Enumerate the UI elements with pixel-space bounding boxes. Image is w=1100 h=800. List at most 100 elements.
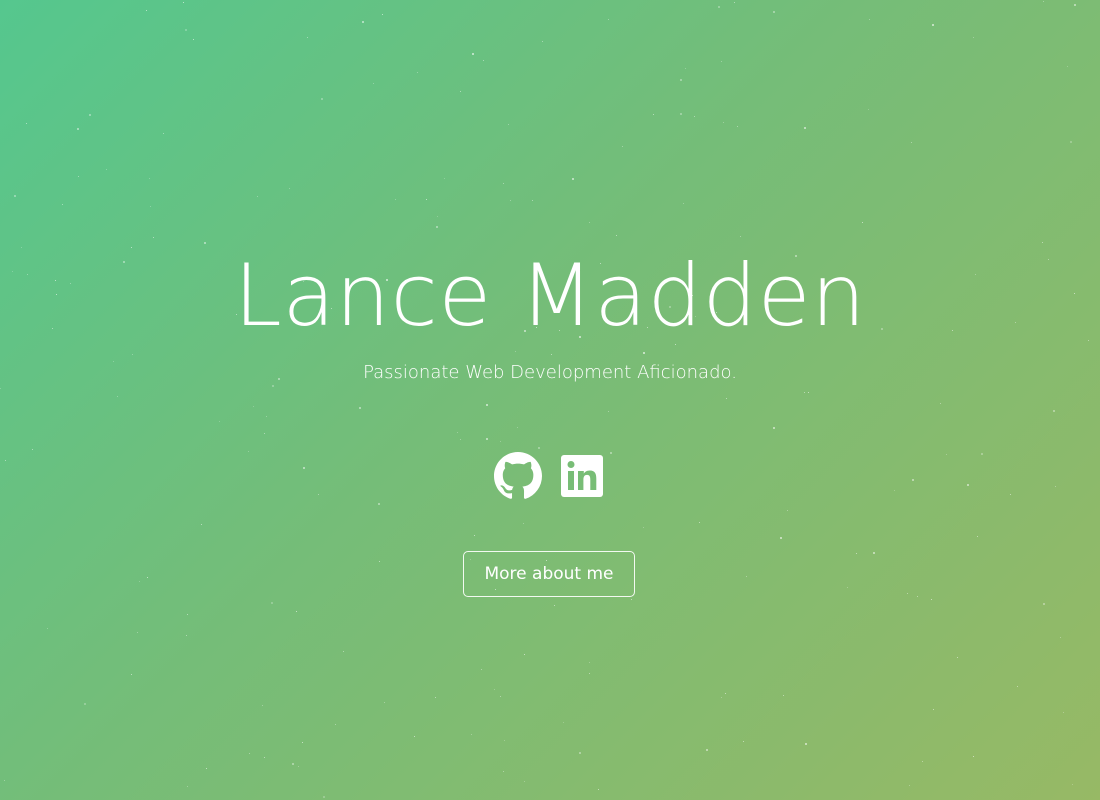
starfield-background [0, 0, 1100, 800]
star-dot [773, 427, 775, 429]
star-dot [272, 385, 274, 387]
star-dot [868, 109, 869, 110]
star-dot [460, 91, 461, 92]
star-dot [139, 581, 140, 582]
star-dot [721, 697, 722, 698]
star-dot [542, 41, 543, 42]
star-dot [435, 697, 436, 698]
star-dot [808, 392, 809, 393]
star-dot [289, 188, 290, 189]
star-dot [773, 11, 775, 13]
star-dot [589, 673, 590, 674]
star-dot [515, 351, 516, 352]
star-dot [608, 19, 609, 20]
star-dot [500, 441, 501, 442]
star-dot [153, 237, 154, 238]
star-dot [335, 724, 336, 725]
star-dot [862, 222, 863, 223]
star-dot [264, 433, 265, 434]
star-dot [685, 68, 686, 69]
star-dot [579, 752, 581, 754]
star-dot [957, 657, 958, 658]
star-dot [201, 524, 202, 525]
star-dot [292, 763, 294, 765]
star-dot [554, 605, 555, 606]
star-dot [737, 126, 738, 127]
star-dot [746, 576, 747, 577]
star-dot [503, 183, 504, 184]
star-dot [187, 786, 188, 787]
hero-tagline: Passionate Web Development Aficionado. [363, 362, 737, 383]
star-dot [787, 510, 788, 511]
star-dot [503, 771, 504, 772]
star-dot [426, 199, 427, 200]
star-dot [343, 651, 344, 652]
star-dot [481, 669, 482, 670]
linkedin-link[interactable] [558, 452, 606, 500]
star-dot [4, 780, 5, 781]
star-dot [253, 406, 254, 407]
star-dot [117, 396, 118, 397]
star-dot [486, 438, 488, 440]
star-dot [298, 766, 299, 767]
star-dot [444, 178, 445, 179]
star-dot [1017, 686, 1018, 687]
star-dot [653, 114, 654, 115]
star-dot [532, 200, 533, 201]
star-dot [106, 169, 107, 170]
star-dot [249, 753, 250, 754]
star-dot [500, 696, 501, 697]
star-dot [563, 722, 564, 723]
star-dot [740, 236, 741, 237]
star-dot [909, 785, 910, 786]
star-dot [204, 242, 206, 244]
star-dot [524, 654, 525, 655]
star-dot [32, 449, 33, 450]
star-dot [917, 596, 918, 597]
star-dot [137, 632, 138, 633]
star-dot [163, 133, 164, 134]
star-dot [384, 702, 385, 703]
star-dot [721, 61, 722, 62]
star-dot [84, 703, 86, 705]
star-dot [271, 602, 273, 604]
star-dot [680, 79, 682, 81]
star-dot [572, 178, 574, 180]
star-dot [1063, 712, 1064, 713]
star-dot [0, 388, 1, 389]
star-dot [977, 536, 978, 537]
star-dot [14, 195, 16, 197]
star-dot [146, 10, 147, 11]
star-dot [510, 200, 511, 201]
star-dot [622, 146, 623, 147]
star-dot [631, 599, 632, 600]
more-about-me-button[interactable]: More about me [463, 551, 635, 597]
star-dot [973, 37, 974, 38]
star-dot [183, 2, 184, 3]
star-dot [1060, 637, 1061, 638]
star-dot [382, 14, 383, 15]
star-dot [206, 768, 207, 769]
star-dot [379, 561, 380, 562]
star-dot [373, 83, 374, 84]
star-dot [718, 6, 720, 8]
star-dot [471, 734, 472, 735]
star-dot [598, 789, 599, 790]
star-dot [150, 206, 151, 207]
star-dot [264, 757, 265, 758]
star-dot [302, 742, 303, 743]
star-dot [551, 354, 552, 355]
star-dot [131, 674, 132, 675]
star-dot [460, 439, 461, 440]
star-dot [266, 416, 267, 417]
star-dot [805, 743, 807, 745]
star-dot [922, 761, 923, 762]
star-dot [1074, 4, 1076, 6]
star-dot [323, 796, 325, 798]
star-dot [193, 39, 194, 40]
star-dot [147, 577, 148, 578]
star-dot [847, 587, 848, 588]
star-dot [589, 662, 590, 663]
star-dot [873, 552, 875, 554]
github-link[interactable] [494, 452, 542, 500]
